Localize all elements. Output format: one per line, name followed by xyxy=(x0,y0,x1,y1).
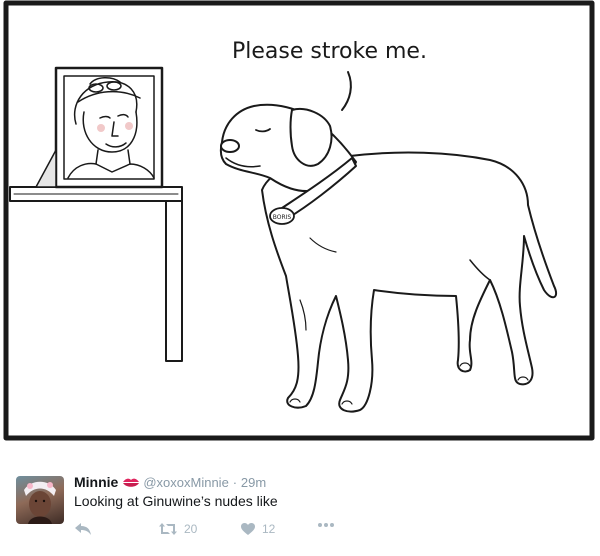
retweet-count: 20 xyxy=(184,522,198,536)
meta-separator: · xyxy=(232,475,238,490)
tweet-header: Minnie @xoxoxMinnie · 29m xyxy=(74,474,266,492)
avatar[interactable] xyxy=(16,476,64,524)
tweet-time[interactable]: 29m xyxy=(241,475,266,490)
heart-icon xyxy=(240,522,256,536)
collar-tag: BORIS xyxy=(269,207,295,225)
reply-icon xyxy=(74,522,92,536)
comic-image: Please stroke me. BORIS xyxy=(0,0,600,445)
photo-frame xyxy=(35,66,164,189)
kiss-lips-icon xyxy=(122,476,140,492)
tweet-actions: 20 12 xyxy=(74,522,374,542)
like-count: 12 xyxy=(262,522,276,536)
author-handle[interactable]: @xoxoxMinnie xyxy=(143,475,228,490)
more-icon xyxy=(317,522,335,528)
tweet-text: Looking at Ginuwine’s nudes like xyxy=(74,493,278,509)
retweet-icon xyxy=(158,522,178,536)
speech-text: Please stroke me. xyxy=(232,39,427,64)
more-button[interactable] xyxy=(317,522,335,528)
retweet-button[interactable]: 20 xyxy=(158,522,197,536)
tweet: Minnie @xoxoxMinnie · 29m Looking at Ginu… xyxy=(0,445,600,556)
collar-tag-text: BORIS xyxy=(273,214,292,221)
like-button[interactable]: 12 xyxy=(240,522,275,536)
author-name[interactable]: Minnie xyxy=(74,474,118,490)
reply-button[interactable] xyxy=(74,522,92,536)
